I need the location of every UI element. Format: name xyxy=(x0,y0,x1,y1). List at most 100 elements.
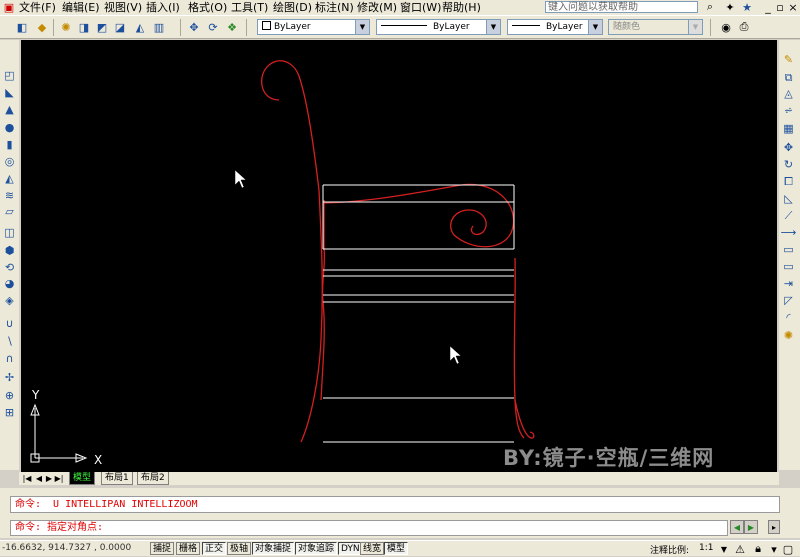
snap-toggle[interactable]: 捕捉 xyxy=(150,542,175,555)
break-icon[interactable]: ▭ xyxy=(781,259,796,274)
layer-previous-icon[interactable]: ◨ xyxy=(76,19,92,35)
revolve-icon[interactable]: ◕ xyxy=(2,276,17,291)
layer-isolate-icon[interactable]: ◩ xyxy=(94,19,110,35)
chevron-down-icon[interactable]: ▼ xyxy=(486,20,500,34)
loft-icon[interactable]: ◈ xyxy=(2,293,17,308)
presspull-icon[interactable]: ⬢ xyxy=(2,243,17,258)
chamfer-icon[interactable]: ◸ xyxy=(781,293,796,308)
color-swatch-icon xyxy=(262,21,271,30)
explode-icon[interactable]: ✺ xyxy=(781,328,796,343)
copy-icon[interactable]: ⧉ xyxy=(781,70,796,85)
array-icon[interactable]: ▦ xyxy=(781,121,796,136)
scale-icon[interactable]: ⧠ xyxy=(781,174,796,189)
fillet-icon[interactable]: ◜ xyxy=(781,310,796,325)
copy-objects-icon[interactable]: ❖ xyxy=(224,19,240,35)
box-icon[interactable]: ◰ xyxy=(2,68,17,83)
ortho-toggle[interactable]: 正交 xyxy=(202,542,227,555)
camera-icon[interactable]: ◉ xyxy=(718,19,734,35)
rotate-icon[interactable]: ↻ xyxy=(781,157,796,172)
close-icon[interactable]: × xyxy=(785,0,800,15)
extend-icon[interactable]: ⟶ xyxy=(781,225,797,240)
erase-icon[interactable]: ✎ xyxy=(781,52,796,67)
lineweight-toggle[interactable]: 线宽 xyxy=(360,542,385,555)
cone-icon[interactable]: ▲ xyxy=(2,102,17,117)
chevron-down-icon[interactable]: ▼ xyxy=(588,20,602,34)
layer-state-icon[interactable]: ◆ xyxy=(34,19,50,35)
sweep-icon[interactable]: ⟲ xyxy=(2,260,17,275)
3d-rotate-icon[interactable]: ⊕ xyxy=(2,388,17,403)
dyn-toggle[interactable]: DYN xyxy=(338,542,363,555)
communication-center-icon[interactable]: ✦ xyxy=(722,0,738,15)
match-layer-icon[interactable]: ◭ xyxy=(132,19,148,35)
stretch-icon[interactable]: ◺ xyxy=(781,191,796,206)
polar-toggle[interactable]: 极轴 xyxy=(227,542,252,555)
offset-icon[interactable]: ⩫ xyxy=(781,103,796,118)
last-tab-icon[interactable]: ▶| xyxy=(51,470,67,486)
help-search-input[interactable]: 键入问题以获取帮助 xyxy=(545,1,698,13)
grid-toggle[interactable]: 栅格 xyxy=(176,542,201,555)
move-icon[interactable]: ✥ xyxy=(186,19,202,35)
trim-icon[interactable]: ⟋ xyxy=(781,208,796,223)
intersect-icon[interactable]: ∩ xyxy=(2,351,17,366)
sphere-icon[interactable]: ● xyxy=(2,120,17,135)
tab-layout2[interactable]: 布局2 xyxy=(137,472,169,485)
menu-dimension[interactable]: 标注(N) xyxy=(315,1,354,14)
left-toolbar: ◰ ◣ ▲ ● ▮ ◎ ◭ ≋ ▱ ◫ ⬢ ⟲ ◕ ◈ ∪ ∖ ∩ ✢ ⊕ ⊞ xyxy=(0,40,19,470)
menu-window[interactable]: 窗口(W) xyxy=(400,1,441,14)
menu-tools[interactable]: 工具(T) xyxy=(231,1,268,14)
menu-file[interactable]: 文件(F) xyxy=(19,1,56,14)
3d-align-icon[interactable]: ⊞ xyxy=(2,405,17,420)
torus-icon[interactable]: ◎ xyxy=(2,154,17,169)
planar-surface-icon[interactable]: ▱ xyxy=(2,204,17,219)
lineweight-combo[interactable]: ByLayer ▼ xyxy=(507,19,603,35)
layer-walk-icon[interactable]: ◪ xyxy=(112,19,128,35)
join-icon[interactable]: ⇥ xyxy=(781,276,796,291)
menu-edit[interactable]: 编辑(E) xyxy=(62,1,100,14)
subtract-icon[interactable]: ∖ xyxy=(2,334,17,349)
light-bulb-icon[interactable]: ✺ xyxy=(58,19,74,35)
drawing-canvas[interactable]: Y X BY:镜子·空瓶/三维网 xyxy=(21,40,777,472)
status-bar: -16.6632, 914.7327 , 0.0000 捕捉 栅格 正交 极轴 … xyxy=(0,540,800,556)
right-modify-toolbar: ✎ ⧉ ◬ ⩫ ▦ ✥ ↻ ⧠ ◺ ⟋ ⟶ ▭ ▭ ⇥ ◸ ◜ ✺ xyxy=(779,40,800,470)
helix-icon[interactable]: ≋ xyxy=(2,188,17,203)
menu-insert[interactable]: 插入(I) xyxy=(146,1,180,14)
cylinder-icon[interactable]: ▮ xyxy=(2,137,17,152)
layer-combo[interactable]: ByLayer ▼ xyxy=(257,19,370,35)
move-icon[interactable]: ✥ xyxy=(781,140,796,155)
mirror-icon[interactable]: ◬ xyxy=(781,86,796,101)
menu-format[interactable]: 格式(O) xyxy=(188,1,227,14)
annotation-scale-value[interactable]: 1:1 xyxy=(699,543,713,553)
break-at-point-icon[interactable]: ▭ xyxy=(781,242,796,257)
pyramid-icon[interactable]: ◭ xyxy=(2,171,17,186)
chevron-down-icon[interactable]: ▼ xyxy=(355,20,369,34)
change-layer-icon[interactable]: ▥ xyxy=(151,19,167,35)
app-icon: ▣ xyxy=(3,0,15,14)
search-icon[interactable]: ⌕ xyxy=(702,0,718,15)
chair-arm-scroll xyxy=(323,183,515,248)
model-toggle[interactable]: 模型 xyxy=(384,542,409,555)
tab-layout1[interactable]: 布局1 xyxy=(101,472,133,485)
rotate-icon[interactable]: ⟳ xyxy=(205,19,221,35)
plot-icon[interactable]: ⎙ xyxy=(736,19,752,35)
scroll-up-icon[interactable]: ◀ xyxy=(730,520,744,534)
layer-manager-icon[interactable]: ◧ xyxy=(14,19,30,35)
menu-help[interactable]: 帮助(H) xyxy=(442,1,481,14)
command-input[interactable] xyxy=(10,520,728,536)
scroll-end-icon[interactable]: ▸ xyxy=(768,520,780,534)
extrude-icon[interactable]: ◫ xyxy=(2,225,17,240)
menu-modify[interactable]: 修改(M) xyxy=(357,1,397,14)
wedge-icon[interactable]: ◣ xyxy=(2,85,17,100)
menu-bar: ▣ 文件(F) 编辑(E) 视图(V) 插入(I) 格式(O) 工具(T) 绘图… xyxy=(0,0,800,15)
tab-model[interactable]: 模型 xyxy=(69,472,96,485)
menu-draw[interactable]: 绘图(D) xyxy=(273,1,312,14)
ucs-x-label: X xyxy=(94,453,102,467)
otrack-toggle[interactable]: 对象追踪 xyxy=(295,542,338,555)
favorites-star-icon[interactable]: ★ xyxy=(739,0,755,15)
union-icon[interactable]: ∪ xyxy=(2,316,17,331)
coordinates-readout[interactable]: -16.6632, 914.7327 , 0.0000 xyxy=(2,542,131,555)
menu-view[interactable]: 视图(V) xyxy=(104,1,142,14)
scroll-down-icon[interactable]: ▶ xyxy=(744,520,758,534)
linetype-combo[interactable]: ByLayer ▼ xyxy=(376,19,501,35)
3d-move-icon[interactable]: ✢ xyxy=(2,370,17,385)
osnap-toggle[interactable]: 对象捕捉 xyxy=(252,542,295,555)
